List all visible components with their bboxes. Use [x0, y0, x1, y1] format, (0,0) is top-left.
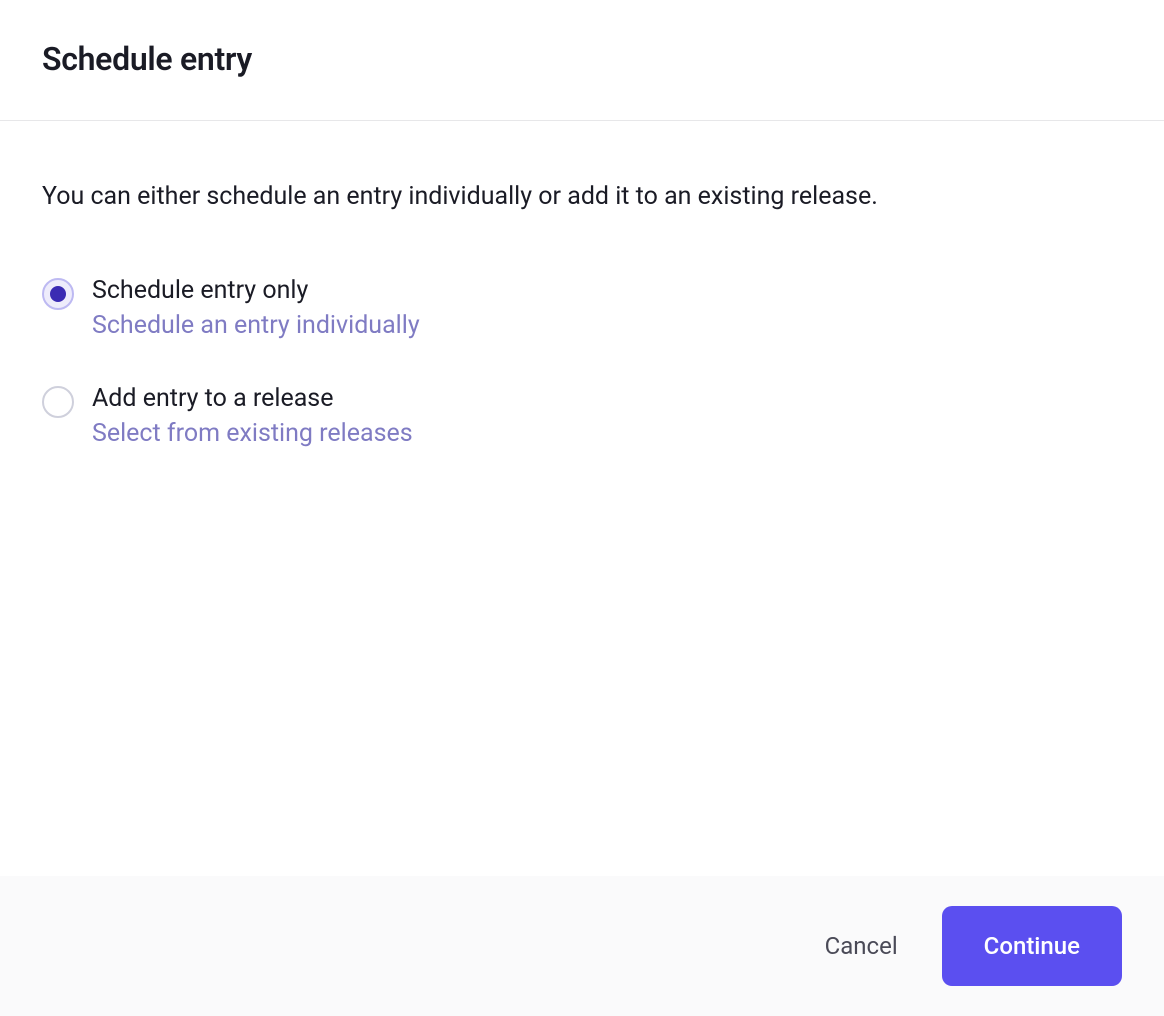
- cancel-button[interactable]: Cancel: [825, 932, 898, 960]
- option-sublabel: Select from existing releases: [92, 419, 413, 448]
- radio-group: Schedule entry only Schedule an entry in…: [42, 276, 1122, 448]
- continue-button[interactable]: Continue: [942, 906, 1122, 986]
- modal-footer: Cancel Continue: [0, 876, 1164, 1016]
- option-text: Add entry to a release Select from exist…: [92, 384, 413, 448]
- modal-header: Schedule entry: [0, 0, 1164, 121]
- option-sublabel: Schedule an entry individually: [92, 311, 420, 340]
- modal-content: You can either schedule an entry individ…: [0, 121, 1164, 876]
- option-schedule-entry-only[interactable]: Schedule entry only Schedule an entry in…: [42, 276, 1122, 340]
- option-label: Add entry to a release: [92, 384, 413, 413]
- radio-icon: [42, 386, 74, 418]
- modal-description: You can either schedule an entry individ…: [42, 179, 1122, 214]
- option-add-entry-to-release[interactable]: Add entry to a release Select from exist…: [42, 384, 1122, 448]
- option-label: Schedule entry only: [92, 276, 420, 305]
- option-text: Schedule entry only Schedule an entry in…: [92, 276, 420, 340]
- radio-icon: [42, 278, 74, 310]
- modal-title: Schedule entry: [42, 40, 1122, 78]
